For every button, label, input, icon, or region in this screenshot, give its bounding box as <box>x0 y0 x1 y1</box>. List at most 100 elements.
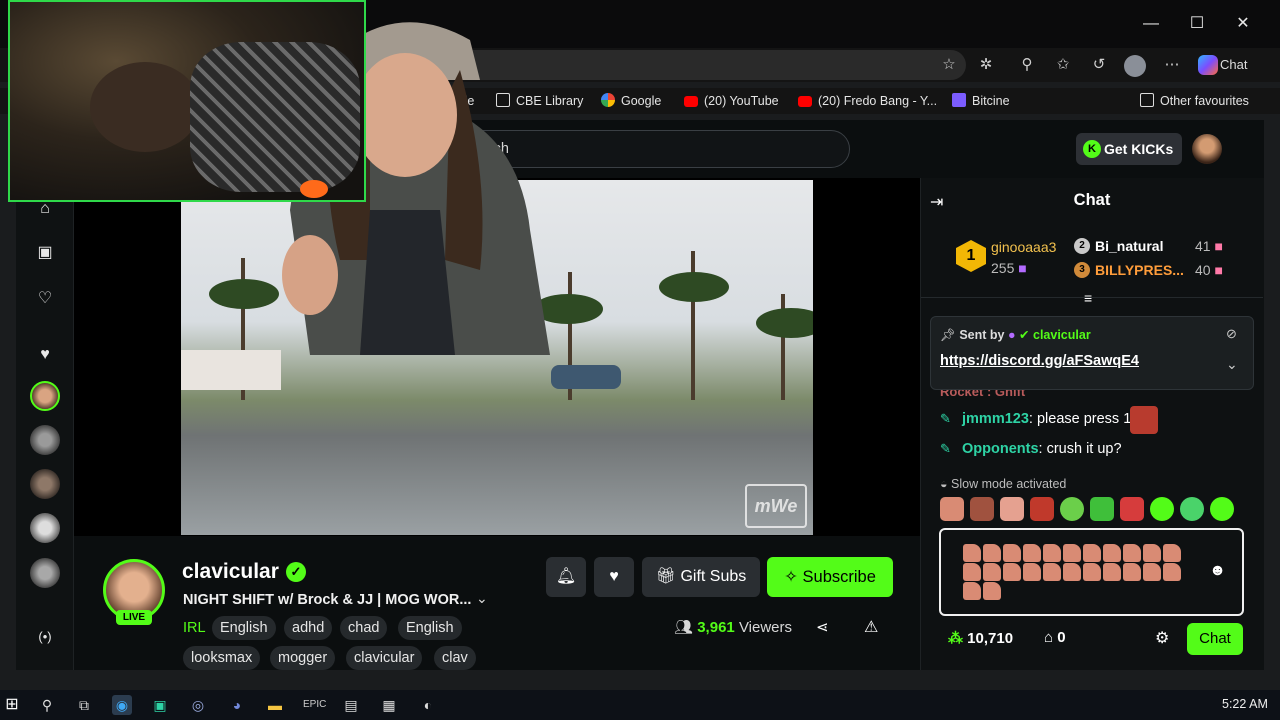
tag[interactable]: mogger <box>270 646 336 670</box>
followed-channel-avatar[interactable] <box>30 513 60 543</box>
typed-emotes <box>963 544 1193 601</box>
chat-input[interactable]: ☻ <box>939 528 1244 616</box>
following-icon[interactable]: ♡ <box>32 286 58 312</box>
emoji-picker-icon[interactable]: ☻ <box>1209 562 1226 580</box>
leaderboard-count: 41 ■ <box>1195 238 1223 254</box>
leaderboard-user[interactable]: BILLYPRES... <box>1095 262 1184 278</box>
chat-message: ✎ Opponents: crush it up? <box>940 441 1122 457</box>
edge-icon[interactable]: ◉ <box>112 695 132 715</box>
file-explorer-icon[interactable]: ▬ <box>265 695 285 715</box>
browse-icon[interactable]: ▣ <box>32 240 58 266</box>
bookmark-item[interactable]: (20) Fredo Bang - Y... <box>798 88 937 114</box>
minimize-button[interactable]: — <box>1136 12 1166 36</box>
hide-pin-icon[interactable]: ⊘ <box>1226 326 1237 342</box>
snail-icon: ◒ <box>940 477 952 491</box>
youtube-icon <box>684 96 698 107</box>
slow-mode-notice: ◒ Slow mode activated <box>940 477 1067 491</box>
share-icon[interactable]: ⋖ <box>816 618 829 636</box>
sparkle-icon: ✧ <box>784 568 803 586</box>
obs-icon[interactable]: ◐ <box>418 695 438 715</box>
chevron-down-icon[interactable]: ⌄ <box>1226 356 1238 373</box>
chat-settings-icon[interactable]: ⚙ <box>1155 628 1169 648</box>
follow-button[interactable]: ♥ <box>594 557 634 597</box>
emote[interactable] <box>1090 497 1114 521</box>
live-broadcast-icon[interactable]: (•) <box>32 624 58 650</box>
leaderboard-user[interactable]: Bi_natural <box>1095 238 1163 254</box>
user-avatar[interactable] <box>1192 134 1222 164</box>
other-favourites[interactable]: Other favourites <box>1140 88 1249 114</box>
emote[interactable] <box>1030 497 1054 521</box>
tag[interactable]: clavicular <box>346 646 423 670</box>
maximize-button[interactable]: ☐ <box>1182 12 1212 36</box>
followed-channel-avatar[interactable] <box>30 558 60 588</box>
chevron-down-icon[interactable]: ⌄ <box>476 590 488 607</box>
following-heart-icon[interactable]: ♥ <box>32 342 58 368</box>
bitcine-icon <box>952 93 966 107</box>
gift-icon: ■ <box>1018 260 1027 276</box>
pinned-link[interactable]: https://discord.gg/aFSawqE4 <box>940 353 1139 369</box>
collapse-chat-icon[interactable]: ⇥ <box>930 192 943 212</box>
tag[interactable]: looksmax <box>183 646 261 670</box>
channel-points[interactable]: ⁂ 10,710 <box>948 629 1013 647</box>
chat-message: ✎ jmmm123: please press 1 <box>940 411 1132 427</box>
emote[interactable] <box>1120 497 1144 521</box>
mic-badge-icon: ● <box>1007 328 1016 342</box>
notifications-button[interactable]: 🔔︎ <box>546 557 586 597</box>
quick-emote-bar <box>940 497 1250 525</box>
emote[interactable] <box>1060 497 1084 521</box>
category-link[interactable]: IRL <box>183 620 206 636</box>
bookmark-item[interactable]: (20) YouTube <box>684 88 779 114</box>
app-icon[interactable]: ▣ <box>150 695 170 715</box>
leaderboard-toggle-icon[interactable]: ≡ <box>1084 290 1092 306</box>
emote[interactable] <box>940 497 964 521</box>
pin-icon: 📌︎ <box>940 328 960 342</box>
epic-games-icon[interactable]: EPIC <box>303 695 326 715</box>
followed-channel-avatar[interactable] <box>30 469 60 499</box>
tag[interactable]: clav <box>434 646 476 670</box>
leaderboard-user[interactable]: ginooaaa3 <box>991 239 1056 255</box>
task-view-icon[interactable]: ⧉ <box>74 695 94 715</box>
extensions-icon[interactable]: ✲ <box>975 54 997 76</box>
chat-send-button[interactable]: Chat <box>1187 623 1243 655</box>
verified-badge-icon: ✔ <box>1019 328 1030 342</box>
windows-start-icon[interactable]: ⊞ <box>2 695 22 715</box>
history-icon[interactable]: ↺ <box>1088 54 1110 76</box>
leaderboard-count: 40 ■ <box>1195 262 1223 278</box>
close-button[interactable]: ✕ <box>1228 12 1258 36</box>
tag[interactable]: English <box>398 616 462 640</box>
channel-name[interactable]: clavicular <box>182 560 279 584</box>
video-watermark-logo: mWe <box>745 484 807 528</box>
favorites-icon[interactable]: ✩ <box>1052 54 1074 76</box>
more-menu-icon[interactable]: ⋯ <box>1161 54 1183 76</box>
steam-icon[interactable]: ◎ <box>188 695 208 715</box>
app-icon[interactable]: ▤ <box>341 695 361 715</box>
bookmark-item[interactable]: Google <box>601 88 661 114</box>
store-icon[interactable]: ▦ <box>379 695 399 715</box>
favorite-star-icon[interactable]: ☆ <box>938 54 960 76</box>
subscribe-button[interactable]: ✧ Subscribe <box>767 557 893 597</box>
emote[interactable] <box>1180 497 1204 521</box>
store-icon: ⌂ <box>1044 629 1058 646</box>
emote[interactable] <box>1210 497 1234 521</box>
followed-channel-avatar[interactable] <box>30 381 60 411</box>
report-icon[interactable]: ⚠ <box>864 617 878 637</box>
copilot-chat-button[interactable]: Chat <box>1192 52 1260 78</box>
store-button[interactable]: ⌂ 0 <box>1044 629 1066 646</box>
emote[interactable] <box>970 497 994 521</box>
chat-title: Chat <box>1073 191 1111 209</box>
tag[interactable]: English <box>212 616 276 640</box>
youtube-icon <box>798 96 812 107</box>
emote[interactable] <box>1000 497 1024 521</box>
followed-channel-avatar[interactable] <box>30 425 60 455</box>
tag[interactable]: chad <box>340 616 388 640</box>
performance-icon[interactable]: ⚲ <box>1016 54 1038 76</box>
search-icon[interactable]: ⚲ <box>37 695 57 715</box>
verified-icon: ✓ <box>286 562 306 582</box>
webcam-overlay <box>8 0 366 202</box>
emote[interactable] <box>1150 497 1174 521</box>
discord-icon[interactable]: ◕ <box>227 695 247 715</box>
profile-avatar[interactable] <box>1124 55 1146 77</box>
bookmark-item[interactable]: Bitcine <box>952 88 1010 114</box>
tag[interactable]: adhd <box>284 616 333 640</box>
gift-subs-button[interactable]: 🎁︎ Gift Subs <box>642 557 760 597</box>
